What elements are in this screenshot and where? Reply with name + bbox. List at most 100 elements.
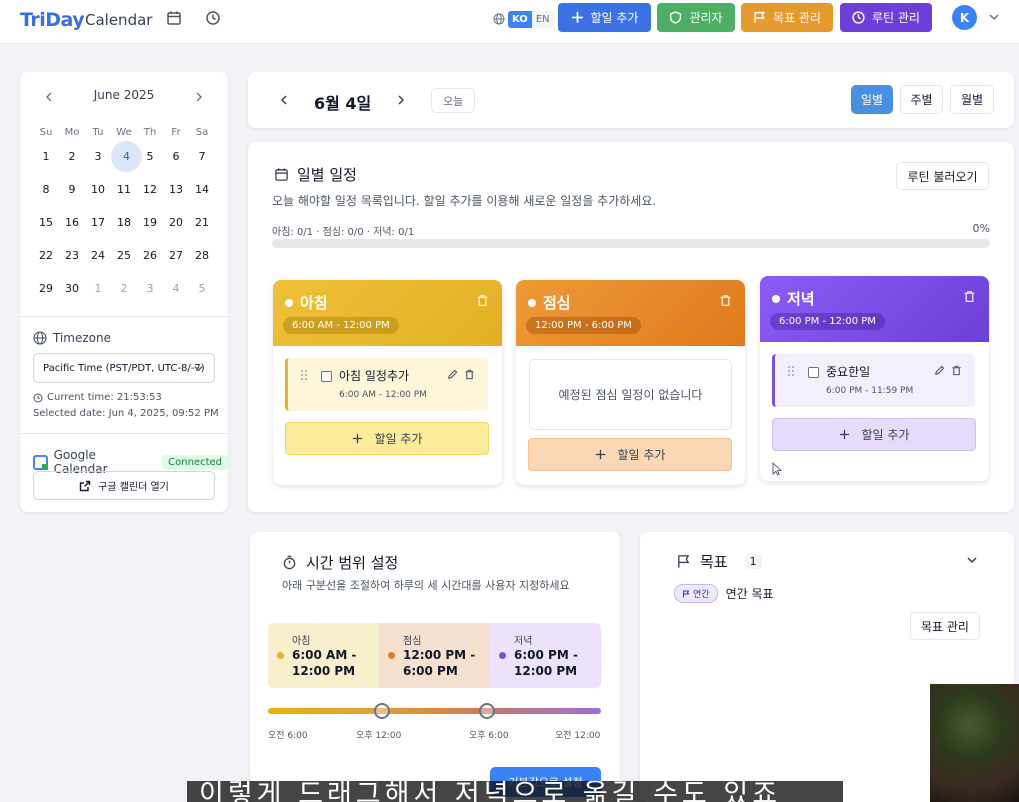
calendar-day[interactable]: 2 <box>59 150 85 163</box>
calendar-day[interactable]: 14 <box>189 183 215 196</box>
calendar-day-next-month[interactable]: 5 <box>189 282 215 295</box>
calendar-day[interactable]: 26 <box>137 249 163 262</box>
calendar-day-next-month[interactable]: 4 <box>163 282 189 295</box>
calendar-day[interactable]: 8 <box>33 183 59 196</box>
calendar-day[interactable]: 12 <box>137 183 163 196</box>
calendar-day[interactable]: 9 <box>59 183 85 196</box>
calendar-day[interactable]: 24 <box>85 249 111 262</box>
calendar-day-next-month[interactable]: 1 <box>85 282 111 295</box>
timezone-select[interactable]: Pacific Time (PST/PDT, UTC-8/-7) <box>33 353 215 383</box>
chevron-down-icon[interactable] <box>988 11 1000 23</box>
task-item[interactable]: 중요한일 6:00 PM - 11:59 PM <box>772 354 975 407</box>
monthly-view-tab[interactable]: 월별 <box>950 85 994 114</box>
calendar-day[interactable]: 21 <box>189 216 215 229</box>
google-calendar-icon <box>33 454 48 470</box>
pencil-icon[interactable] <box>934 365 945 376</box>
goal-manage-button[interactable]: 목표 관리 <box>741 3 833 32</box>
add-task-label: 할일 추가 <box>617 448 666 462</box>
brand-logo[interactable]: TriDay <box>20 9 85 31</box>
today-button[interactable]: 오늘 <box>431 88 476 113</box>
slider-handle-lunch-evening[interactable] <box>479 703 495 719</box>
calendar-day[interactable]: 27 <box>163 249 189 262</box>
calendar-day[interactable]: 13 <box>163 183 189 196</box>
daily-view-tab[interactable]: 일별 <box>851 85 893 114</box>
trash-icon[interactable] <box>464 369 475 380</box>
calendar-icon[interactable] <box>166 10 182 26</box>
calendar-day[interactable]: 18 <box>111 216 137 229</box>
calendar-day-next-month[interactable]: 2 <box>111 282 137 295</box>
divider <box>20 316 228 317</box>
lang-ko-button[interactable]: KO <box>508 10 532 28</box>
lang-en-button[interactable]: EN <box>531 10 554 28</box>
chevron-right-icon[interactable] <box>192 90 206 104</box>
calendar-day-next-month[interactable]: 3 <box>137 282 163 295</box>
routine-manage-button[interactable]: 루틴 관리 <box>840 3 932 32</box>
lunch-header: 점심 12:00 PM - 6:00 PM <box>516 280 745 346</box>
lunch-column: 점심 12:00 PM - 6:00 PM 예정된 점심 일정이 없습니다 할일… <box>516 280 745 485</box>
calendar-day[interactable]: 10 <box>85 183 111 196</box>
calendar-day[interactable]: 17 <box>85 216 111 229</box>
lunch-range-block: 점심 12:00 PM - 6:00 PM <box>379 623 490 688</box>
clock-icon[interactable] <box>205 10 221 26</box>
calendar-day[interactable]: 22 <box>33 249 59 262</box>
calendar-day[interactable]: 3 <box>85 150 111 163</box>
current-time: Current time: 21:53:53 <box>33 392 162 403</box>
calendar-day[interactable]: 19 <box>137 216 163 229</box>
shield-icon <box>670 11 682 24</box>
chevron-down-icon[interactable] <box>966 554 978 566</box>
drag-handle-icon[interactable] <box>787 365 795 377</box>
goal-manage-button[interactable]: 목표 관리 <box>910 612 980 640</box>
app-header: TriDay Calendar KO EN 할일 추가 관리자 목표 관리 루틴… <box>0 0 1019 44</box>
chevron-right-icon[interactable] <box>394 93 408 107</box>
add-task-button[interactable]: 할일 추가 <box>558 3 651 32</box>
calendar-day[interactable]: 28 <box>189 249 215 262</box>
calendar-day[interactable]: 15 <box>33 216 59 229</box>
calendar-day[interactable]: 1 <box>33 150 59 163</box>
progress-bar <box>272 239 990 248</box>
calendar-day[interactable]: 7 <box>189 150 215 163</box>
trash-icon[interactable] <box>719 294 732 307</box>
task-checkbox[interactable] <box>808 367 819 378</box>
open-google-calendar-button[interactable]: 구글 캘린더 열기 <box>33 471 215 500</box>
morning-add-task-button[interactable]: 할일 추가 <box>285 422 489 455</box>
time-range-slider[interactable] <box>268 708 601 714</box>
evening-add-task-button[interactable]: 할일 추가 <box>772 418 976 451</box>
drag-handle-icon[interactable] <box>300 369 308 381</box>
language-switch[interactable]: KO EN <box>493 9 554 29</box>
task-checkbox[interactable] <box>321 371 332 382</box>
calendar-day[interactable]: 20 <box>163 216 189 229</box>
pencil-icon[interactable] <box>447 369 458 380</box>
trash-icon[interactable] <box>476 294 489 307</box>
trash-icon[interactable] <box>951 365 962 376</box>
morning-title: 아침 <box>285 292 328 313</box>
calendar-day[interactable]: 23 <box>59 249 85 262</box>
calendar-day-selected[interactable]: 4 <box>111 141 142 172</box>
calendar-day[interactable]: 25 <box>111 249 137 262</box>
load-routine-button[interactable]: 루틴 불러오기 <box>896 162 989 190</box>
admin-button[interactable]: 관리자 <box>657 3 735 32</box>
goal-item[interactable]: 연간 연간 목표 <box>674 584 774 603</box>
trash-icon[interactable] <box>963 290 976 303</box>
chevron-left-icon[interactable] <box>277 93 291 107</box>
timezone-value: Pacific Time (PST/PDT, UTC-8/-7) <box>43 362 205 374</box>
weekly-view-tab[interactable]: 주별 <box>900 85 943 114</box>
morning-column: 아침 6:00 AM - 12:00 PM 아침 일정추가 6:00 AM - … <box>273 280 502 485</box>
calendar-day[interactable]: 11 <box>111 183 137 196</box>
clock-icon <box>33 393 43 402</box>
slider-handle-morning-lunch[interactable] <box>374 703 390 719</box>
task-name: 아침 일정추가 <box>339 369 410 383</box>
calendar-day[interactable]: 16 <box>59 216 85 229</box>
lunch-add-task-button[interactable]: 할일 추가 <box>528 438 732 471</box>
plus-icon <box>839 429 849 440</box>
task-item[interactable]: 아침 일정추가 6:00 AM - 12:00 PM <box>285 358 488 411</box>
morning-range-block: 아침 6:00 AM - 12:00 PM <box>268 623 379 688</box>
calendar-day[interactable]: 6 <box>163 150 189 163</box>
time-range-title: 시간 범위 설정 <box>306 554 399 572</box>
calendar-day[interactable]: 5 <box>137 150 163 163</box>
user-avatar[interactable]: K <box>952 5 977 30</box>
goals-header: 목표 1 <box>676 551 762 572</box>
calendar-day[interactable]: 29 <box>33 282 59 295</box>
clock-icon <box>852 11 865 24</box>
calendar-day[interactable]: 30 <box>59 282 85 295</box>
evening-header: 저녁 6:00 PM - 12:00 PM <box>760 276 989 342</box>
